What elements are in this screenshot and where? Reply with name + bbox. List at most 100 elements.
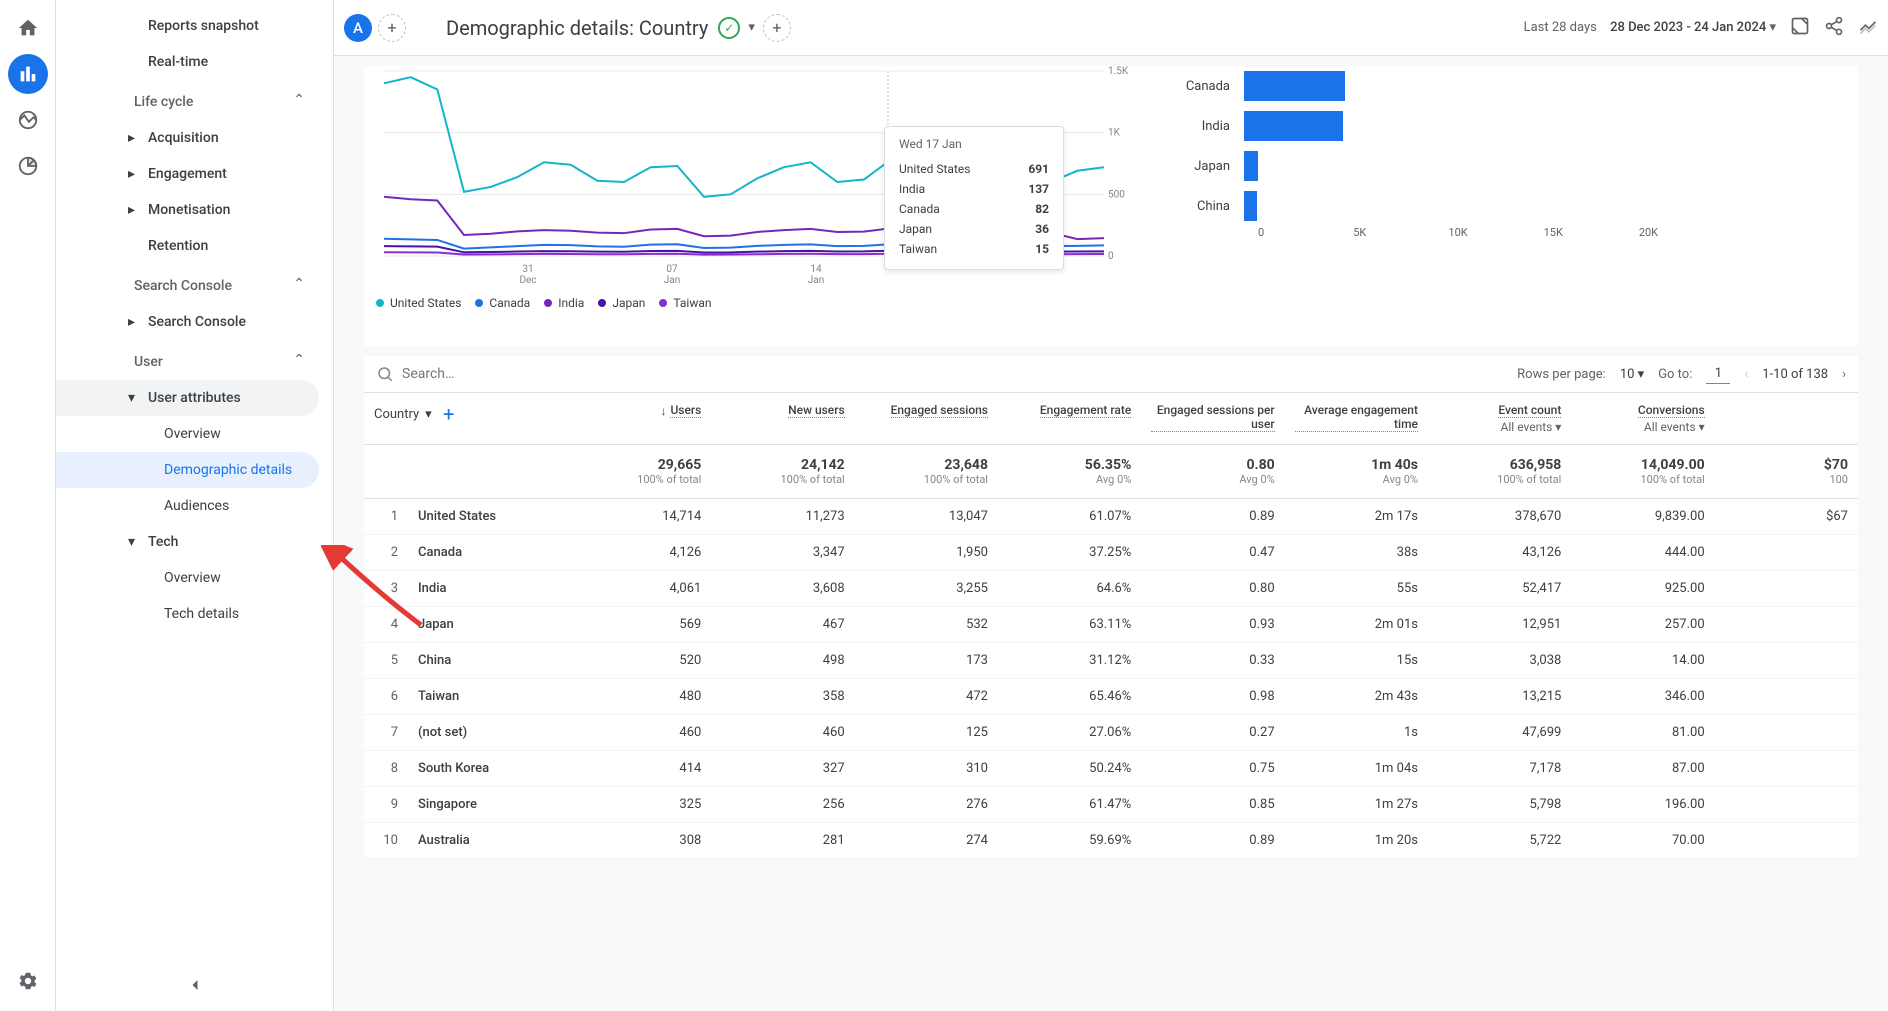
legend-item[interactable]: Canada — [475, 296, 530, 310]
svg-text:Jan: Jan — [808, 275, 824, 286]
column-header[interactable]: Engaged sessions per user — [1141, 393, 1284, 445]
sidebar-tech-details[interactable]: Tech details — [56, 596, 333, 632]
rows-per-page-select[interactable]: 10 ▾ — [1620, 367, 1644, 382]
sidebar-engagement[interactable]: ▸Engagement — [56, 156, 333, 192]
table-row-name[interactable]: Australia — [408, 823, 568, 859]
sidebar-realtime[interactable]: Real-time — [56, 44, 333, 80]
row-index: 8 — [364, 751, 408, 787]
table-cell: 2m 43s — [1285, 679, 1428, 715]
legend-item[interactable]: Japan — [598, 296, 645, 310]
add-dimension-button[interactable]: + — [438, 403, 460, 425]
add-button[interactable]: + — [763, 14, 791, 42]
date-range-picker[interactable]: Last 28 days 28 Dec 2023 - 24 Jan 2024 ▾ — [1524, 20, 1776, 35]
bar-row: Canada — [1154, 66, 1734, 106]
search-input[interactable] — [376, 365, 1517, 383]
charts-panel: 1.5K1K500031Dec07Jan14Jan Wed 17 Jan Uni… — [364, 66, 1858, 346]
line-chart[interactable]: 1.5K1K500031Dec07Jan14Jan Wed 17 Jan Uni… — [364, 66, 1134, 346]
rows-per-page-label: Rows per page: — [1517, 367, 1606, 382]
table-row-name[interactable]: Taiwan — [408, 679, 568, 715]
bar-chart[interactable]: CanadaIndiaJapanChina 05K10K15K20K — [1154, 66, 1734, 326]
column-header[interactable]: ConversionsAll events ▾ — [1571, 393, 1714, 445]
sidebar-overview-tech[interactable]: Overview — [56, 560, 333, 596]
tooltip-date: Wed 17 Jan — [899, 137, 1049, 151]
advertising-icon[interactable] — [8, 146, 48, 186]
table-cell: 532 — [855, 607, 998, 643]
share-icon[interactable] — [1824, 16, 1844, 40]
column-header[interactable]: Average engagement time — [1285, 393, 1428, 445]
column-header[interactable]: Event countAll events ▾ — [1428, 393, 1571, 445]
sidebar-overview-ua[interactable]: Overview — [56, 416, 333, 452]
insights-icon[interactable] — [1858, 16, 1878, 40]
avatar[interactable]: A — [344, 14, 372, 42]
sidebar-section-user[interactable]: User ⌃ — [56, 340, 333, 380]
metric-filter[interactable]: All events ▾ — [1501, 420, 1562, 434]
gear-icon[interactable] — [8, 961, 48, 1001]
table-row-name[interactable]: United States — [408, 499, 568, 535]
page-header: A + Demographic details: Country ✓ ▾ + L… — [334, 0, 1888, 56]
sidebar-tech[interactable]: ▾Tech — [56, 524, 333, 560]
collapse-sidebar-icon[interactable] — [185, 975, 205, 999]
table-cell: 444.00 — [1571, 535, 1714, 571]
table-cell: 569 — [568, 607, 711, 643]
metric-filter[interactable]: All events ▾ — [1644, 420, 1705, 434]
next-page-button[interactable]: › — [1842, 367, 1846, 382]
sidebar-search-console[interactable]: ▸Search Console — [56, 304, 333, 340]
legend-item[interactable]: United States — [376, 296, 461, 310]
goto-input[interactable]: 1 — [1706, 364, 1730, 384]
reports-icon[interactable] — [8, 54, 48, 94]
column-header[interactable]: ↓Users — [568, 393, 711, 445]
sidebar-user-attributes[interactable]: ▾User attributes — [56, 380, 319, 416]
tooltip-row: Taiwan15 — [899, 239, 1049, 259]
chevron-up-icon: ⌃ — [293, 276, 305, 292]
table-cell: 61.47% — [998, 787, 1141, 823]
table-row-name[interactable]: Japan — [408, 607, 568, 643]
column-header[interactable]: Engaged sessions — [855, 393, 998, 445]
chevron-up-icon: ⌃ — [293, 352, 305, 368]
table-cell: 257.00 — [1571, 607, 1714, 643]
sidebar-retention[interactable]: Retention — [56, 228, 333, 264]
check-icon[interactable]: ✓ — [718, 17, 740, 39]
table-cell: 0.93 — [1141, 607, 1284, 643]
row-index: 1 — [364, 499, 408, 535]
prev-page-button[interactable]: ‹ — [1744, 367, 1748, 382]
column-header[interactable]: New users — [711, 393, 854, 445]
table-cell: 52,417 — [1428, 571, 1571, 607]
table-row-name[interactable]: South Korea — [408, 751, 568, 787]
home-icon[interactable] — [8, 8, 48, 48]
column-header[interactable] — [1715, 393, 1858, 445]
table-cell — [1715, 571, 1858, 607]
sidebar-reports-snapshot[interactable]: Reports snapshot — [56, 8, 333, 44]
table-cell: 467 — [711, 607, 854, 643]
explore-icon[interactable] — [8, 100, 48, 140]
table-row-name[interactable]: India — [408, 571, 568, 607]
table-cell: 3,608 — [711, 571, 854, 607]
table-row-name[interactable]: (not set) — [408, 715, 568, 751]
table-row-name[interactable]: China — [408, 643, 568, 679]
column-header[interactable]: Engagement rate — [998, 393, 1141, 445]
sidebar-acquisition[interactable]: ▸Acquisition — [56, 120, 333, 156]
sidebar-section-lifecycle[interactable]: Life cycle ⌃ — [56, 80, 333, 120]
add-comparison-button[interactable]: + — [378, 14, 406, 42]
table-cell: 196.00 — [1571, 787, 1714, 823]
table-cell: 310 — [855, 751, 998, 787]
legend-item[interactable]: Taiwan — [659, 296, 711, 310]
summary-cell: 56.35%Avg 0% — [998, 445, 1141, 499]
table-row-name[interactable]: Singapore — [408, 787, 568, 823]
row-index: 3 — [364, 571, 408, 607]
dimension-picker[interactable]: Country▾+ — [374, 403, 460, 425]
table-cell: 173 — [855, 643, 998, 679]
sidebar-section-search-console[interactable]: Search Console ⌃ — [56, 264, 333, 304]
table-cell: 0.75 — [1141, 751, 1284, 787]
title-dropdown-icon[interactable]: ▾ — [744, 18, 759, 37]
table-cell: 2m 01s — [1285, 607, 1428, 643]
sidebar-demographic-details[interactable]: Demographic details — [56, 452, 319, 488]
table-cell: 460 — [568, 715, 711, 751]
table-cell: 925.00 — [1571, 571, 1714, 607]
legend-item[interactable]: India — [544, 296, 584, 310]
table-row-name[interactable]: Canada — [408, 535, 568, 571]
sidebar-monetisation[interactable]: ▸Monetisation — [56, 192, 333, 228]
table-cell: 11,273 — [711, 499, 854, 535]
sidebar-audiences[interactable]: Audiences — [56, 488, 333, 524]
chevron-up-icon: ⌃ — [293, 92, 305, 108]
customize-report-icon[interactable] — [1790, 16, 1810, 40]
